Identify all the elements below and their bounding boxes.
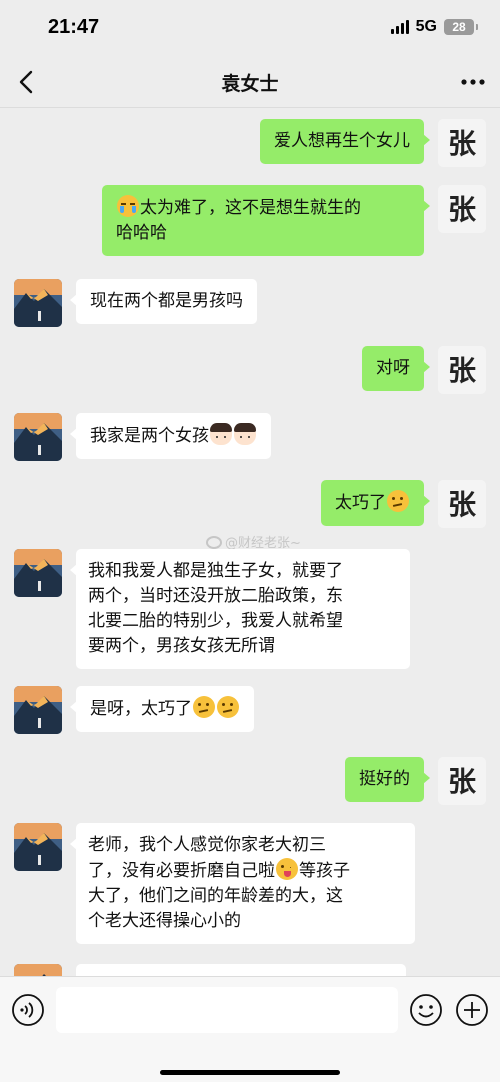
network-type: 5G bbox=[415, 18, 437, 35]
message-text: 老师，我个人感觉你家老大初三 bbox=[88, 835, 326, 855]
message-bubble-mine[interactable]: 太为难了，这不是想生就生的 哈哈哈 bbox=[102, 185, 430, 256]
message-bubble-other[interactable] bbox=[76, 964, 406, 976]
avatar-glyph: 张 bbox=[448, 488, 476, 521]
girl-icon bbox=[234, 423, 256, 445]
message-text: 大了，他们之间的年龄差的大，这 bbox=[88, 886, 343, 906]
cry-icon bbox=[117, 195, 139, 217]
avatar-glyph: 张 bbox=[448, 765, 476, 798]
message-text: 两个，当时还没开放二胎政策，东 bbox=[88, 586, 343, 606]
more-icon[interactable] bbox=[458, 68, 488, 96]
girl-icon bbox=[210, 423, 232, 445]
message-text: 等孩子 bbox=[299, 861, 350, 881]
weibo-icon bbox=[206, 536, 222, 549]
message-text: 哈哈哈 bbox=[116, 223, 167, 243]
message-bubble-mine[interactable]: 爱人想再生个女儿 bbox=[260, 119, 430, 164]
chat-title: 袁女士 bbox=[221, 73, 279, 95]
status-bar: 21:47 5G 28 bbox=[0, 0, 500, 56]
my-avatar[interactable]: 张 bbox=[438, 119, 486, 167]
message-bubble-mine[interactable]: 对呀 bbox=[362, 346, 430, 391]
voice-icon[interactable] bbox=[11, 993, 45, 1027]
message-bubble-mine[interactable]: 挺好的 bbox=[345, 757, 430, 802]
message-text: 我和我爱人都是独生子女，就要了 bbox=[88, 561, 343, 581]
battery-icon: 28 bbox=[444, 19, 478, 35]
thinking-face-icon bbox=[387, 490, 409, 512]
message-bubble-other[interactable]: 现在两个都是男孩吗 bbox=[70, 279, 257, 324]
status-indicators: 5G 28 bbox=[390, 18, 478, 36]
wink-icon bbox=[276, 858, 298, 880]
message-text: 个老大还得操心小的 bbox=[88, 911, 241, 931]
message-text: 北要二胎的特别少，我爱人就希望 bbox=[88, 611, 343, 631]
contact-avatar[interactable] bbox=[14, 279, 62, 327]
home-indicator bbox=[160, 1070, 340, 1075]
my-avatar[interactable]: 张 bbox=[438, 346, 486, 394]
message-bubble-other[interactable]: 是呀，太巧了 bbox=[70, 686, 254, 732]
avatar-glyph: 张 bbox=[448, 354, 476, 387]
thinking-face-icon bbox=[193, 696, 215, 718]
my-avatar[interactable]: 张 bbox=[438, 185, 486, 233]
mountain-sunset-avatar bbox=[14, 279, 62, 327]
my-avatar[interactable]: 张 bbox=[438, 480, 486, 528]
contact-avatar[interactable] bbox=[14, 686, 62, 734]
message-text: 太巧了 bbox=[335, 493, 386, 513]
mountain-sunset-avatar bbox=[14, 549, 62, 597]
status-time: 21:47 bbox=[48, 16, 100, 38]
message-text: 现在两个都是男孩吗 bbox=[90, 291, 243, 311]
input-bar bbox=[0, 976, 500, 1082]
avatar-glyph: 张 bbox=[448, 193, 476, 226]
mountain-sunset-avatar bbox=[14, 964, 62, 976]
chat-header: 袁女士 bbox=[0, 56, 500, 108]
contact-avatar[interactable] bbox=[14, 964, 62, 976]
contact-avatar[interactable] bbox=[14, 413, 62, 461]
contact-avatar[interactable] bbox=[14, 823, 62, 871]
message-text: 对呀 bbox=[376, 358, 410, 378]
mountain-sunset-avatar bbox=[14, 686, 62, 734]
message-text: 挺好的 bbox=[359, 769, 410, 789]
chat-messages[interactable]: 爱人想再生个女儿 张 太为难了，这不是想生就生的 哈哈哈 张 现在两个都是男孩吗… bbox=[0, 108, 500, 976]
message-text: 我家是两个女孩 bbox=[90, 426, 209, 446]
message-text: 是呀，太巧了 bbox=[90, 699, 192, 719]
plus-icon[interactable] bbox=[455, 993, 489, 1027]
message-text: 太为难了，这不是想生就生的 bbox=[140, 198, 361, 218]
message-bubble-other[interactable]: 我和我爱人都是独生子女，就要了 两个，当时还没开放二胎政策，东 北要二胎的特别少… bbox=[70, 549, 410, 669]
mountain-sunset-avatar bbox=[14, 823, 62, 871]
my-avatar[interactable]: 张 bbox=[438, 757, 486, 805]
message-text: 爱人想再生个女儿 bbox=[274, 131, 410, 151]
message-text: 了，没有必要折磨自己啦 bbox=[88, 861, 275, 881]
thinking-face-icon bbox=[217, 696, 239, 718]
message-text: 要两个，男孩女孩无所谓 bbox=[88, 636, 275, 656]
contact-avatar[interactable] bbox=[14, 549, 62, 597]
message-bubble-mine[interactable]: 太巧了 bbox=[321, 480, 430, 526]
avatar-glyph: 张 bbox=[448, 127, 476, 160]
emoji-icon[interactable] bbox=[409, 993, 443, 1027]
message-bubble-other[interactable]: 我家是两个女孩 bbox=[70, 413, 271, 459]
mountain-sunset-avatar bbox=[14, 413, 62, 461]
message-input[interactable] bbox=[56, 987, 398, 1033]
signal-icon bbox=[390, 20, 409, 34]
message-bubble-other[interactable]: 老师，我个人感觉你家老大初三 了，没有必要折磨自己啦 等孩子 大了，他们之间的年龄… bbox=[70, 823, 415, 944]
